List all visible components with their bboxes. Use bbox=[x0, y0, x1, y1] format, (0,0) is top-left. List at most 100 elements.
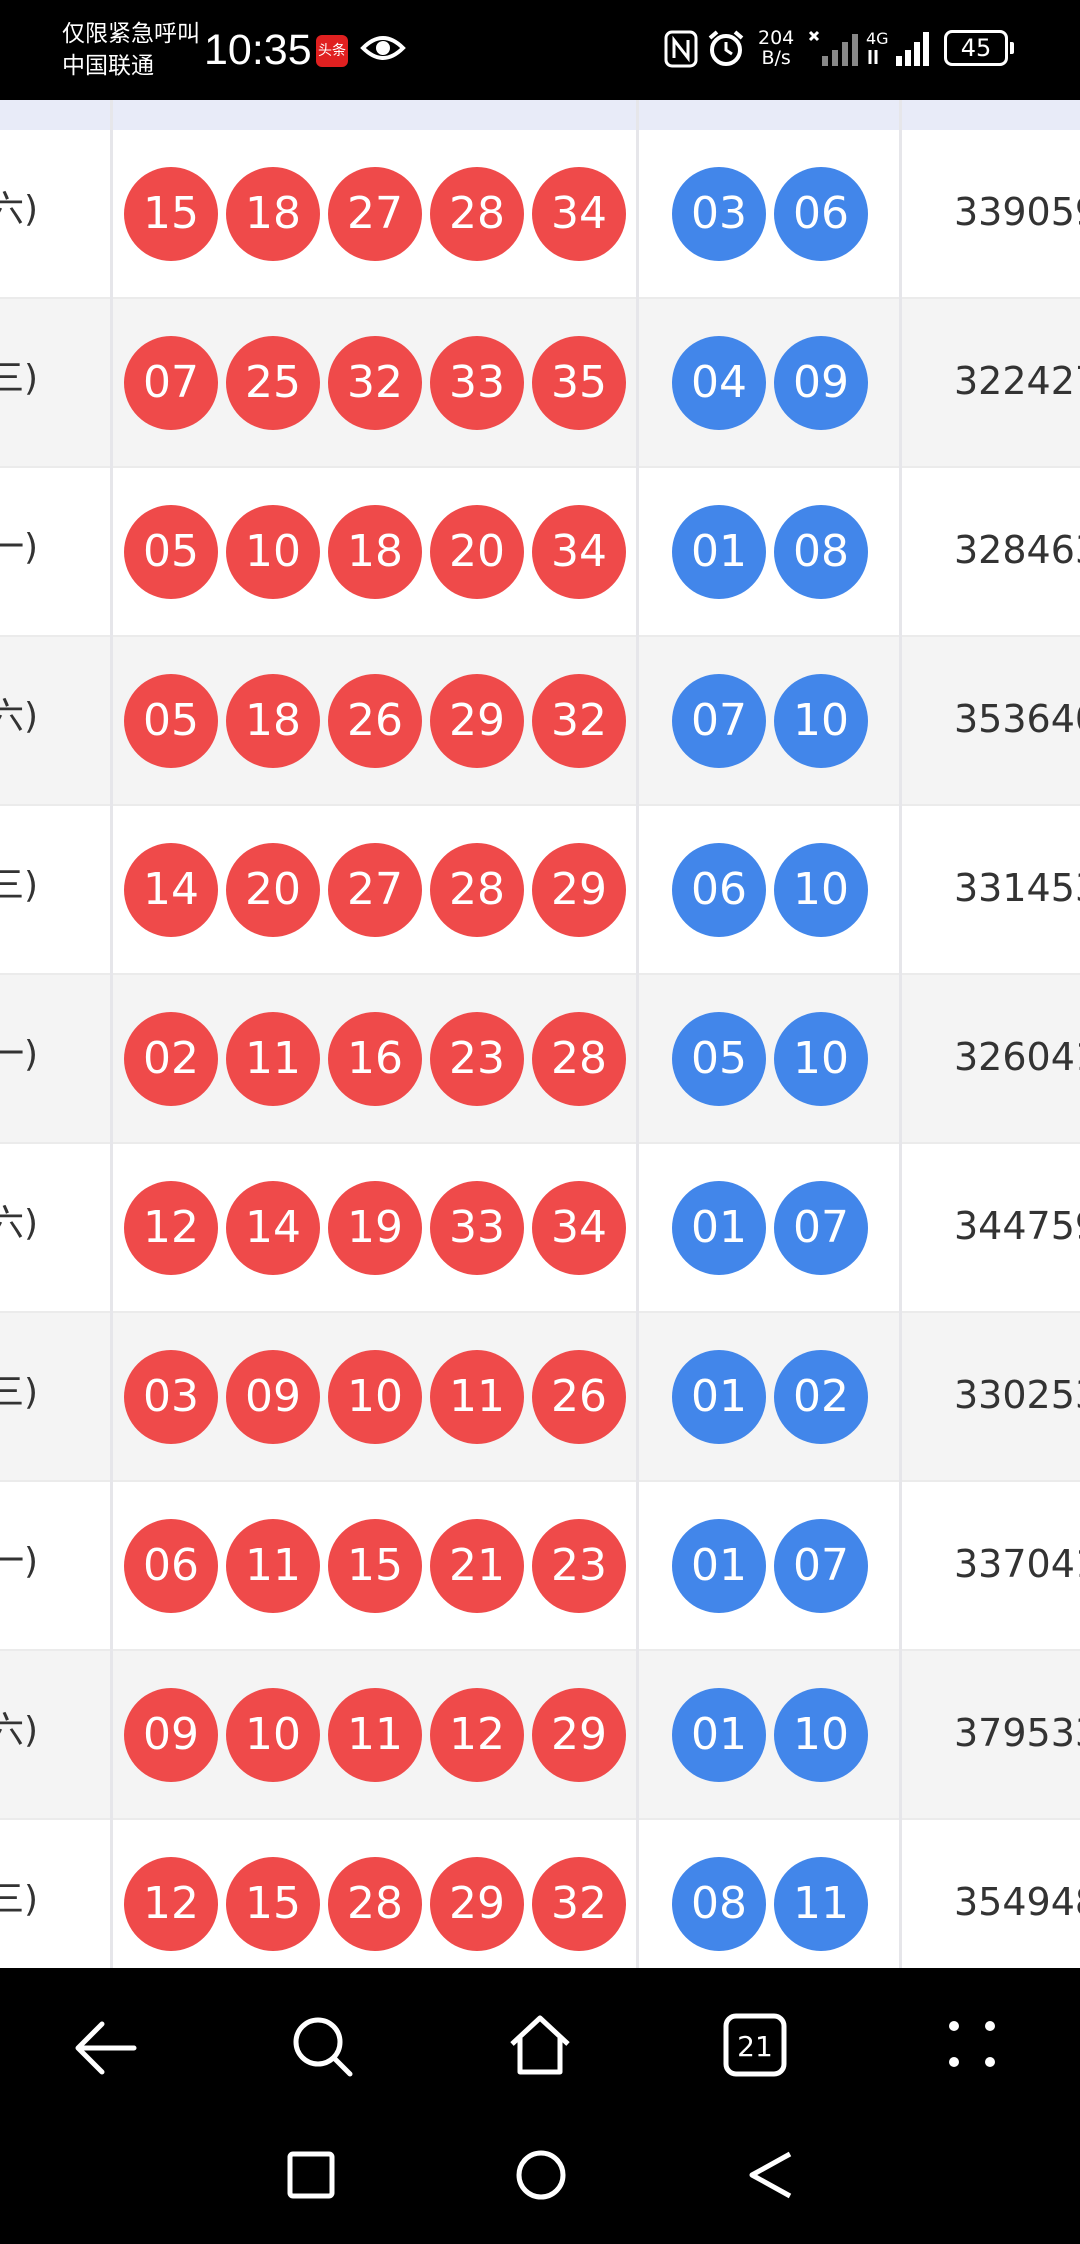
home-button[interactable] bbox=[506, 2012, 574, 2082]
red-ball: 26 bbox=[328, 674, 422, 768]
draw-weekday: 三) bbox=[0, 1879, 39, 1920]
blue-ball: 05 bbox=[672, 1012, 766, 1106]
red-ball: 10 bbox=[226, 1688, 320, 1782]
draw-date-cell: 三) bbox=[0, 806, 110, 973]
column-divider bbox=[899, 100, 902, 1968]
sales-amount: 331453 bbox=[954, 866, 1080, 910]
draw-weekday: 六) bbox=[0, 189, 39, 230]
table-header bbox=[0, 100, 1080, 130]
red-ball: 32 bbox=[328, 336, 422, 430]
red-ball: 11 bbox=[226, 1012, 320, 1106]
network-speed-unit: B/s bbox=[761, 47, 791, 69]
table-row[interactable]: 三) 1420272829 0610 331453 bbox=[0, 806, 1080, 975]
red-ball: 34 bbox=[532, 505, 626, 599]
blue-ball: 01 bbox=[672, 1519, 766, 1613]
table-row[interactable]: 六) 1214193334 0107 344759 bbox=[0, 1144, 1080, 1313]
network-speed-value: 204 bbox=[758, 27, 795, 49]
blue-ball: 09 bbox=[774, 336, 868, 430]
table-row[interactable]: 一) 0211162328 0510 326041 bbox=[0, 975, 1080, 1144]
red-ball: 12 bbox=[430, 1688, 524, 1782]
red-ball: 33 bbox=[430, 336, 524, 430]
more-dots-icon bbox=[949, 2021, 995, 2067]
draw-date-cell: 六) bbox=[0, 130, 110, 297]
back-button[interactable] bbox=[72, 2018, 138, 2082]
red-ball: 28 bbox=[532, 1012, 626, 1106]
home-icon bbox=[510, 2015, 570, 2075]
red-ball: 19 bbox=[328, 1181, 422, 1275]
blue-ball: 01 bbox=[672, 1688, 766, 1782]
red-ball: 23 bbox=[430, 1012, 524, 1106]
eye-icon bbox=[360, 32, 406, 68]
draw-weekday: 三) bbox=[0, 1372, 39, 1413]
table-row[interactable]: 三) 1215282932 0811 354948 bbox=[0, 1820, 1080, 1968]
nfc-icon bbox=[664, 30, 698, 72]
red-ball: 28 bbox=[328, 1857, 422, 1951]
red-ball: 18 bbox=[226, 674, 320, 768]
table-row[interactable]: 六) 1518272834 0306 339059 bbox=[0, 130, 1080, 299]
table-row[interactable]: 六)09101112290110379533 bbox=[0, 1651, 1080, 1820]
red-ball: 29 bbox=[532, 1688, 626, 1782]
red-ball: 07 bbox=[124, 336, 218, 430]
red-ball: 16 bbox=[328, 1012, 422, 1106]
red-ball: 29 bbox=[532, 843, 626, 937]
system-home-button[interactable] bbox=[514, 2148, 568, 2206]
table-row[interactable]: 一) 0611152123 0107 337041 bbox=[0, 1482, 1080, 1651]
table-row[interactable]: 三) 0725323335 0409 322427 bbox=[0, 299, 1080, 468]
alarm-icon bbox=[706, 28, 746, 72]
carrier-info: 仅限紧急呼叫 中国联通 bbox=[62, 18, 200, 82]
square-icon bbox=[287, 2151, 335, 2199]
table-row[interactable]: 六) 0518262932 0710 353640 bbox=[0, 637, 1080, 806]
red-ball: 34 bbox=[532, 167, 626, 261]
sales-amount: 337041 bbox=[954, 1542, 1080, 1586]
red-ball: 23 bbox=[532, 1519, 626, 1613]
red-ball: 15 bbox=[328, 1519, 422, 1613]
red-ball: 02 bbox=[124, 1012, 218, 1106]
sales-amount: 344759 bbox=[954, 1204, 1080, 1248]
status-time: 10:35 bbox=[204, 26, 312, 74]
draw-date-cell: 六) bbox=[0, 637, 110, 804]
red-ball: 29 bbox=[430, 1857, 524, 1951]
recents-button[interactable] bbox=[286, 2150, 336, 2204]
search-button[interactable] bbox=[290, 2014, 356, 2084]
draw-weekday: 六) bbox=[0, 1203, 39, 1244]
red-ball: 25 bbox=[226, 336, 320, 430]
search-icon bbox=[293, 2017, 353, 2077]
carrier-name: 中国联通 bbox=[62, 53, 154, 79]
signal-sim1-icon bbox=[808, 28, 860, 72]
back-arrow-icon bbox=[75, 2021, 137, 2075]
sales-amount: 379533 bbox=[954, 1711, 1080, 1755]
system-back-button[interactable] bbox=[744, 2148, 798, 2206]
circle-icon bbox=[516, 2150, 566, 2200]
sales-amount: 322427 bbox=[954, 359, 1080, 403]
table-row[interactable]: 三) 0309101126 0102 330253 bbox=[0, 1313, 1080, 1482]
sales-amount: 330253 bbox=[954, 1373, 1080, 1417]
blue-ball: 01 bbox=[672, 505, 766, 599]
column-divider bbox=[636, 100, 639, 1968]
draw-weekday: 一) bbox=[0, 1034, 39, 1075]
draw-weekday: 一) bbox=[0, 1541, 39, 1582]
draw-weekday: 三) bbox=[0, 865, 39, 906]
blue-ball: 07 bbox=[774, 1181, 868, 1275]
network-speed: 204 B/s bbox=[758, 28, 794, 68]
sales-amount: 354948 bbox=[954, 1880, 1080, 1924]
blue-ball: 08 bbox=[774, 505, 868, 599]
red-ball: 26 bbox=[532, 1350, 626, 1444]
draw-date-cell: 三) bbox=[0, 299, 110, 466]
draw-date-cell: 一) bbox=[0, 1482, 110, 1649]
carrier-emergency-text: 仅限紧急呼叫 bbox=[62, 21, 200, 47]
red-ball: 09 bbox=[226, 1350, 320, 1444]
draw-date-cell: 三) bbox=[0, 1313, 110, 1480]
blue-ball: 03 bbox=[672, 167, 766, 261]
draw-date-cell: 三) bbox=[0, 1820, 110, 1968]
red-ball: 06 bbox=[124, 1519, 218, 1613]
draw-date-cell: 一) bbox=[0, 468, 110, 635]
blue-ball: 11 bbox=[774, 1857, 868, 1951]
red-ball: 20 bbox=[430, 505, 524, 599]
draw-weekday: 六) bbox=[0, 696, 39, 737]
draw-weekday: 六) bbox=[0, 1710, 39, 1751]
table-row[interactable]: 一) 0510182034 0108 328463 bbox=[0, 468, 1080, 637]
tabs-button[interactable]: 21 bbox=[722, 2012, 788, 2082]
red-ball: 28 bbox=[430, 843, 524, 937]
blue-ball: 04 bbox=[672, 336, 766, 430]
more-menu-button[interactable] bbox=[944, 2016, 1004, 2080]
